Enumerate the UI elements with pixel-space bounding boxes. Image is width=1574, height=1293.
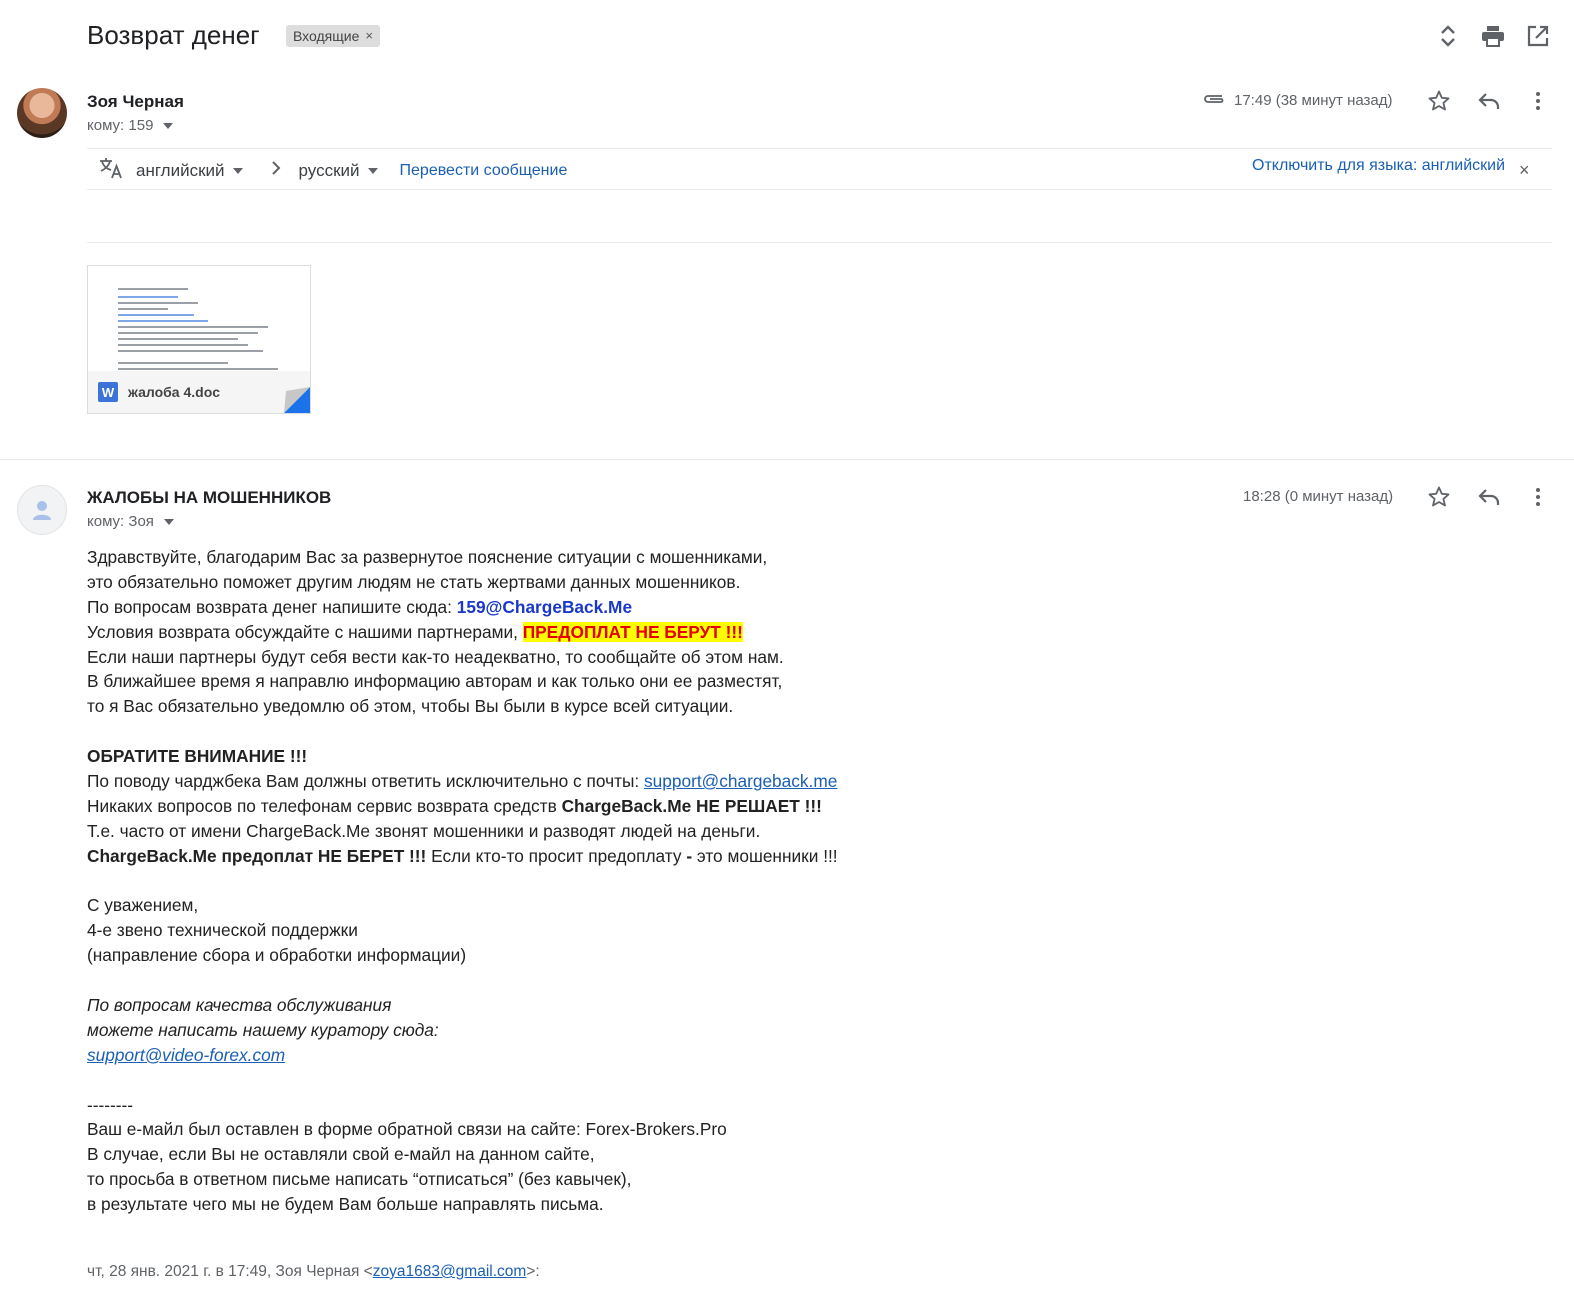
divider — [87, 189, 1552, 190]
body-line: Если наши партнеры будут себя вести как-… — [87, 646, 784, 667]
attachment-filename: жалоба 4.doc — [128, 384, 221, 400]
quality-line: можете написать нашему куратору сюда: — [87, 1019, 439, 1040]
support-email-link[interactable]: support@chargeback.me — [644, 771, 837, 791]
disable-translation-link[interactable]: Отключить для языка: английский — [1252, 157, 1505, 175]
open-in-new-icon[interactable] — [1524, 22, 1552, 50]
chevron-right-icon — [271, 160, 281, 181]
body-line: По поводу чарджбека Вам должны ответить … — [87, 769, 967, 794]
message-time: 18:28 (0 минут назад) — [1243, 488, 1394, 505]
source-language-label: английский — [136, 160, 225, 180]
body-line: ChargeBack.Me предоплат НЕ БЕРЕТ !!! Есл… — [87, 844, 967, 869]
email-subject: Возврат денег — [87, 20, 260, 50]
quoted-sender-email-link[interactable]: zoya1683@gmail.com — [373, 1263, 527, 1280]
body-line: Т.е. часто от имени ChargeBack.Me звонят… — [87, 820, 761, 841]
attention-heading: ОБРАТИТЕ ВНИМАНИЕ !!! — [87, 746, 308, 767]
recipients-text: кому: Зоя — [87, 513, 154, 530]
separator-line: -------- — [87, 1094, 134, 1115]
quoted-header: чт, 28 янв. 2021 г. в 17:49, Зоя Черная … — [87, 1263, 540, 1281]
reply-icon[interactable] — [1477, 90, 1501, 117]
footer-line: В случае, если Вы не оставляли свой е-ма… — [87, 1144, 595, 1165]
signature-line: (направление сбора и обработки информаци… — [87, 945, 467, 966]
attachment-card[interactable]: W жалоба 4.doc — [87, 265, 311, 414]
translate-icon — [98, 156, 124, 185]
recipients-line[interactable]: кому: 159 — [87, 117, 174, 134]
sender-avatar[interactable] — [17, 88, 67, 138]
quote-prefix: чт, 28 янв. 2021 г. в 17:49, Зоя Черная … — [87, 1263, 373, 1280]
chevron-down-icon[interactable] — [163, 518, 174, 525]
body-line: По вопросам возврата денег напишите сюда… — [87, 595, 967, 620]
quality-line: По вопросам качества обслуживания — [87, 995, 392, 1016]
unfold-icon[interactable] — [1434, 22, 1462, 50]
sender-name[interactable]: Зоя Черная — [87, 92, 184, 112]
message-time: 17:49 (38 минут назад) — [1234, 92, 1393, 109]
footer-line: Ваш е-майл был оставлен в форме обратной… — [87, 1119, 727, 1140]
star-icon[interactable] — [1427, 485, 1451, 514]
remove-label-icon[interactable]: × — [365, 25, 373, 47]
label-text: Входящие — [293, 28, 360, 44]
divider — [87, 242, 1552, 243]
body-line: В ближайшее время я направлю информацию … — [87, 671, 783, 692]
star-icon[interactable] — [1427, 89, 1451, 118]
target-language-select[interactable]: русский — [299, 161, 378, 181]
body-text: По поводу чарджбека Вам должны ответить … — [87, 771, 645, 792]
source-language-select[interactable]: английский — [136, 161, 243, 181]
footer-line: в результате чего мы не будем Вам больше… — [87, 1194, 604, 1215]
message-divider — [0, 459, 1574, 460]
quote-suffix: >: — [526, 1263, 540, 1280]
signature-line: 4-е звено технической поддержки — [87, 920, 358, 941]
body-line: Условия возврата обсуждайте с нашими пар… — [87, 620, 967, 645]
curator-email-link[interactable]: support@video-forex.com — [87, 1043, 967, 1068]
translate-bar: английский русский Перевести сообщение — [98, 156, 567, 185]
body-line: то я Вас обязательно уведомлю об этом, ч… — [87, 696, 734, 717]
divider — [87, 148, 1552, 149]
inbox-label-chip[interactable]: Входящие × — [286, 25, 380, 47]
chevron-down-icon[interactable] — [163, 122, 174, 129]
message-body: Здравствуйте, благодарим Вас за разверну… — [87, 545, 967, 1217]
print-icon[interactable] — [1479, 22, 1507, 50]
body-text: По вопросам возврата денег напишите сюда… — [87, 596, 457, 617]
footer-line: то просьба в ответном письме написать “о… — [87, 1169, 632, 1190]
translate-message-link[interactable]: Перевести сообщение — [400, 162, 568, 180]
body-text: Если кто-то просит предоплату — [426, 845, 687, 866]
chevron-down-icon — [367, 167, 378, 174]
person-icon — [33, 501, 51, 520]
recipients-text: кому: 159 — [87, 117, 154, 134]
body-line: это обязательно поможет другим людям не … — [87, 571, 741, 592]
more-vertical-icon[interactable] — [1533, 487, 1543, 512]
sender-avatar[interactable] — [17, 485, 67, 535]
close-icon[interactable]: × — [1519, 160, 1530, 181]
word-doc-icon: W — [98, 382, 118, 402]
curator-email-text[interactable]: support@video-forex.com — [87, 1045, 285, 1065]
body-line: Здравствуйте, благодарим Вас за разверну… — [87, 547, 768, 567]
body-bold-text: ChargeBack.Me предоплат НЕ БЕРЕТ !!! — [87, 845, 427, 866]
signature-line: С уважением, — [87, 895, 199, 916]
chevron-down-icon — [232, 167, 243, 174]
body-text: это мошенники !!! — [692, 845, 838, 866]
body-text: Условия возврата обсуждайте с нашими пар… — [87, 621, 523, 642]
body-bold-text: ChargeBack.Me НЕ РЕШАЕТ !!! — [561, 795, 822, 816]
reply-icon[interactable] — [1477, 486, 1501, 513]
target-language-label: русский — [298, 160, 360, 180]
refund-email: 159@ChargeBack.Me — [456, 596, 633, 617]
paperclip-icon — [1202, 92, 1226, 111]
body-line: Никаких вопросов по телефонам сервис воз… — [87, 794, 967, 819]
corner-fold-icon — [284, 387, 310, 413]
no-prepayment-highlight: ПРЕДОПЛАТ НЕ БЕРУТ !!! — [522, 621, 743, 642]
more-vertical-icon[interactable] — [1533, 91, 1543, 116]
body-text: Никаких вопросов по телефонам сервис воз… — [87, 795, 562, 816]
recipients-line[interactable]: кому: Зоя — [87, 513, 174, 530]
sender-name[interactable]: ЖАЛОБЫ НА МОШЕННИКОВ — [87, 488, 331, 508]
